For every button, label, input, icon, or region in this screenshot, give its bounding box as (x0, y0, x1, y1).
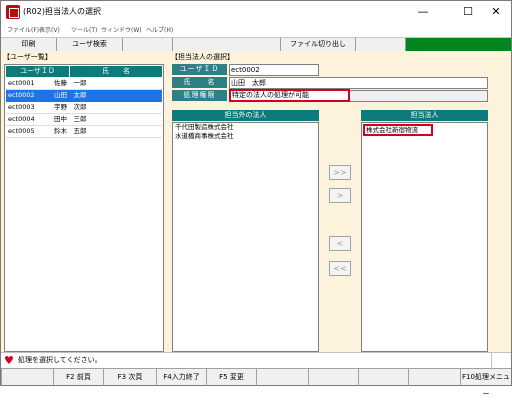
menu-view[interactable]: 表示(V) (39, 25, 60, 34)
inside-list: 株式会社新宿物流 (361, 122, 488, 352)
outside-list: 千代田製造株式会社 水道橋商事株式会社 (172, 122, 319, 352)
row-user-name: 田中 三郎 (54, 115, 87, 123)
app-icon (6, 5, 20, 19)
menu-bar: ファイル(F) 表示(V) ツール(T) ウィンドウ(W) ヘルプ(H) (1, 23, 511, 37)
fkey-f7-blank[interactable] (308, 369, 358, 386)
row-user-name: 宇野 次郎 (54, 103, 87, 111)
assign-title: 【担当法人の選択】 (171, 53, 234, 61)
user-search-button[interactable]: ユーザ検索 (57, 38, 123, 51)
col-header-name: 氏 名 (70, 66, 162, 77)
user-list-title: 【ユーザ一覧】 (3, 53, 52, 61)
menu-window[interactable]: ウィンドウ(W) (101, 25, 142, 34)
window-title: (R02)担当法人の選択 (23, 7, 101, 16)
inside-list-header: 担当法人 (361, 110, 488, 121)
main-panel: 【ユーザ一覧】 ユーザＩＤ 氏 名 ect0001 佐藤 一郎 ect0002 … (1, 51, 511, 352)
close-button[interactable]: ✕ (479, 1, 512, 23)
user-id-field: ect0002 (229, 64, 319, 76)
toolbar-blank-1[interactable] (123, 38, 173, 51)
green-indicator (406, 38, 511, 51)
table-row[interactable]: ect0004 田中 三郎 (6, 114, 162, 126)
row-user-name: 佐藤 一郎 (54, 79, 87, 87)
file-switch-button[interactable]: ファイル切り出し (281, 38, 356, 51)
list-item[interactable]: 株式会社新宿物流 (363, 124, 433, 136)
name-field: 山田 太郎 (229, 77, 488, 89)
user-list: ユーザＩＤ 氏 名 ect0001 佐藤 一郎 ect0002 山田 太郎 ec… (4, 64, 164, 352)
heart-icon: ♥ (4, 354, 14, 367)
table-row-selected[interactable]: ect0002 山田 太郎 (6, 90, 162, 102)
row-user-id: ect0001 (8, 79, 35, 87)
row-user-id: ect0004 (8, 115, 35, 123)
list-item[interactable]: 水道橋商事株式会社 (175, 132, 234, 141)
fkey-f9-blank[interactable] (408, 369, 460, 386)
function-key-bar: F2 前頁 F3 次頁 F4入力終了 F5 変更 F10処理メニュー (1, 368, 511, 398)
fkey-f4[interactable]: F4入力終了 (156, 369, 206, 386)
remove-all-button[interactable]: << (329, 261, 351, 276)
name-label: 氏 名 (172, 77, 227, 88)
outside-list-header: 担当外の法人 (172, 110, 319, 121)
status-text: 処理を選択してください。 (18, 356, 102, 364)
col-header-user-id: ユーザＩＤ (6, 66, 70, 77)
row-user-id: ect0005 (8, 127, 35, 135)
fkey-f6-blank[interactable] (256, 369, 308, 386)
auth-field: 特定の法人の処理が可能 (229, 89, 350, 102)
fkey-f5[interactable]: F5 変更 (206, 369, 256, 386)
fkey-f3[interactable]: F3 次頁 (103, 369, 156, 386)
row-user-id: ect0002 (8, 91, 35, 99)
row-user-name: 鈴木 五郎 (54, 127, 87, 135)
menu-file[interactable]: ファイル(F) (7, 25, 39, 34)
fkey-f8-blank[interactable] (358, 369, 408, 386)
status-cell (491, 353, 511, 368)
auth-label: 処理権限 (172, 90, 227, 101)
minimize-button[interactable]: — (406, 1, 440, 23)
toolbar: 印刷 ユーザ検索 ファイル切り出し (1, 37, 511, 51)
table-row[interactable]: ect0001 佐藤 一郎 (6, 78, 162, 90)
fkey-f10[interactable]: F10処理メニュー (460, 369, 511, 398)
app-window: (R02)担当法人の選択 — ☐ ✕ ファイル(F) 表示(V) ツール(T) … (0, 0, 512, 398)
table-row[interactable]: ect0003 宇野 次郎 (6, 102, 162, 114)
list-item[interactable]: 千代田製造株式会社 (175, 123, 234, 132)
row-user-id: ect0003 (8, 103, 35, 111)
row-user-name: 山田 太郎 (54, 91, 87, 99)
print-button[interactable]: 印刷 (1, 38, 57, 51)
fkey-f2[interactable]: F2 前頁 (53, 369, 103, 386)
menu-tools[interactable]: ツール(T) (71, 25, 97, 34)
toolbar-blank-3[interactable] (356, 38, 406, 51)
title-bar: (R02)担当法人の選択 — ☐ ✕ (1, 1, 511, 23)
remove-button[interactable]: < (329, 236, 351, 251)
user-id-label: ユーザＩＤ (172, 64, 227, 75)
toolbar-blank-2[interactable] (173, 38, 281, 51)
add-all-button[interactable]: >> (329, 165, 351, 180)
table-row[interactable]: ect0005 鈴木 五郎 (6, 126, 162, 138)
status-bar: ♥ 処理を選択してください。 (1, 352, 511, 368)
fkey-f1-blank[interactable] (1, 369, 53, 386)
menu-help[interactable]: ヘルプ(H) (146, 25, 173, 34)
add-button[interactable]: > (329, 188, 351, 203)
